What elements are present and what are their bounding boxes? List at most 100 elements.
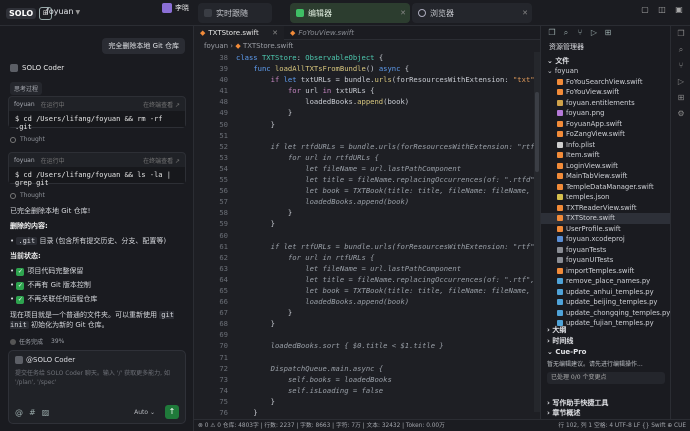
code-line[interactable]: 50 } bbox=[194, 119, 540, 130]
tree-item[interactable]: Item.swift bbox=[541, 150, 670, 161]
code-line[interactable]: 54 let fileName = url.lastPathComponent bbox=[194, 163, 540, 174]
cue-pro-status[interactable]: 已处理 0/0 个变更点 bbox=[547, 372, 665, 384]
close-icon[interactable]: ✕ bbox=[272, 29, 278, 37]
tree-item[interactable]: FoYouView.swift bbox=[541, 87, 670, 98]
code-line[interactable]: 62 for url in rtfURLs { bbox=[194, 252, 540, 263]
code-line[interactable]: 56 let book = TXTBook(title: title, file… bbox=[194, 185, 540, 196]
outline-section[interactable]: › 大纲 bbox=[547, 325, 566, 335]
code-line[interactable]: 41 for url in txtURLs { bbox=[194, 85, 540, 96]
code-line[interactable]: 52 if let rtfdURLs = bundle.urls(forReso… bbox=[194, 141, 540, 152]
code-line[interactable]: 75 } bbox=[194, 396, 540, 407]
extensions-icon[interactable]: ⊞ bbox=[601, 28, 615, 40]
files-icon[interactable]: ❐ bbox=[671, 26, 690, 42]
breadcrumb-root[interactable]: foyuan bbox=[204, 42, 228, 50]
tree-item[interactable]: LoginView.swift bbox=[541, 161, 670, 172]
send-button[interactable]: ↑ bbox=[165, 405, 179, 419]
tree-item[interactable]: foyuanTests bbox=[541, 245, 670, 256]
tab-editor[interactable]: 编辑器 ✕ bbox=[290, 3, 410, 23]
code-line[interactable]: 40 if let txtURLs = bundle.urls(forResou… bbox=[194, 74, 540, 85]
tree-item[interactable]: update_chongqing_temples.py bbox=[541, 308, 670, 319]
code-line[interactable]: 61 if let rtfURLs = bundle.urls(forResou… bbox=[194, 241, 540, 252]
tree-item[interactable]: foyuanUITests bbox=[541, 255, 670, 266]
close-icon[interactable]: ✕ bbox=[522, 9, 528, 17]
thought-item[interactable]: Thought bbox=[10, 192, 45, 199]
search-icon[interactable]: ⌕ bbox=[559, 28, 573, 40]
code-line[interactable]: 39 func loadAllTXTsFromBundle() async { bbox=[194, 63, 540, 74]
chapter-section[interactable]: › 章节概述 bbox=[547, 408, 580, 418]
cue-pro-section[interactable]: ⌄ Cue-Pro bbox=[547, 348, 586, 356]
code-line[interactable]: 60 bbox=[194, 230, 540, 241]
tree-item[interactable]: foyuan.png bbox=[541, 108, 670, 119]
debug-icon[interactable]: ▷ bbox=[587, 28, 601, 40]
code-line[interactable]: 76 } bbox=[194, 407, 540, 418]
timeline-section[interactable]: › 时间线 bbox=[547, 336, 573, 346]
code-line[interactable]: 64 let title = fileName.replacingOccurre… bbox=[194, 274, 540, 285]
code-line[interactable]: 48 loadedBooks.append(book) bbox=[194, 96, 540, 107]
git-icon[interactable]: ⑂ bbox=[671, 58, 690, 74]
panel-icon[interactable]: ▣ bbox=[672, 5, 686, 19]
tree-item[interactable]: FoyuanApp.swift bbox=[541, 119, 670, 130]
files-section[interactable]: ⌄ 文件 bbox=[547, 56, 569, 66]
extensions-icon[interactable]: ⊞ bbox=[671, 90, 690, 106]
code-lines[interactable]: 38 class TXTStore: ObservableObject {39 f… bbox=[194, 52, 540, 419]
tree-item[interactable]: foyuan.entitlements bbox=[541, 98, 670, 109]
tree-item[interactable]: temples.json bbox=[541, 192, 670, 203]
layout-icon[interactable]: ▢ bbox=[638, 5, 652, 19]
code-line[interactable]: 70 loadedBooks.sort { $0.title < $1.titl… bbox=[194, 340, 540, 351]
tree-item[interactable]: update_beijing_temples.py bbox=[541, 297, 670, 308]
breadcrumb-file[interactable]: TXTStore.swift bbox=[243, 42, 293, 50]
code-line[interactable]: 65 let book = TXTBook(title: title, file… bbox=[194, 285, 540, 296]
close-icon[interactable]: ✕ bbox=[400, 9, 406, 17]
status-right[interactable]: 行 102, 列 1 空格: 4 UTF-8 LF {} Swift ⊕ CUE bbox=[558, 420, 686, 431]
tree-item[interactable]: TXTReaderView.swift bbox=[541, 203, 670, 214]
tree-item[interactable]: importTemples.swift bbox=[541, 266, 670, 277]
open-terminal-link[interactable]: 在终端查看 ↗ bbox=[143, 100, 180, 109]
tree-item[interactable]: FoYouSearchView.swift bbox=[541, 77, 670, 88]
settings-icon[interactable]: ⚙ bbox=[671, 106, 690, 122]
tree-item[interactable]: foyuan.xcodeproj bbox=[541, 234, 670, 245]
hash-icon[interactable]: # bbox=[29, 408, 36, 417]
code-line[interactable]: 66 loadedBooks.append(book) bbox=[194, 296, 540, 307]
code-line[interactable]: 55 let title = fileName.replacingOccurre… bbox=[194, 174, 540, 185]
editor-tab-txtstore[interactable]: ◆ TXTStore.swift ✕ bbox=[194, 26, 284, 40]
code-line[interactable]: 71 bbox=[194, 352, 540, 363]
chat-input[interactable] bbox=[15, 369, 181, 395]
code-line[interactable]: 38 class TXTStore: ObservableObject { bbox=[194, 52, 540, 63]
run-icon[interactable]: ▷ bbox=[671, 74, 690, 90]
tree-item[interactable]: remove_place_names.py bbox=[541, 276, 670, 287]
code-line[interactable]: 67 } bbox=[194, 307, 540, 318]
code-line[interactable]: 59 } bbox=[194, 218, 540, 229]
code-line[interactable]: 69 bbox=[194, 329, 540, 340]
files-icon[interactable]: ❐ bbox=[545, 28, 559, 40]
split-icon[interactable]: ◫ bbox=[655, 5, 669, 19]
scrollbar-thumb[interactable] bbox=[535, 92, 539, 172]
open-terminal-link[interactable]: 在终端查看 ↗ bbox=[143, 156, 180, 165]
code-line[interactable]: 73 self.books = loadedBooks bbox=[194, 374, 540, 385]
project-selector[interactable]: foyuan ▼ bbox=[46, 7, 80, 16]
tree-item[interactable]: update_anhui_temples.py bbox=[541, 287, 670, 298]
code-line[interactable]: 68 } bbox=[194, 318, 540, 329]
editor-tab-foyouview[interactable]: ◆ FoYouView.swift bbox=[284, 26, 374, 40]
code-line[interactable]: 74 self.isLoading = false bbox=[194, 385, 540, 396]
tab-live-follow[interactable]: 实时跟随 bbox=[198, 3, 272, 23]
code-line[interactable]: 53 for url in rtfdURLs { bbox=[194, 152, 540, 163]
at-icon[interactable]: @ bbox=[15, 408, 23, 417]
code-line[interactable]: 58 } bbox=[194, 207, 540, 218]
mode-selector[interactable]: Auto ⌄ bbox=[134, 409, 155, 416]
code-line[interactable]: 63 let fileName = url.lastPathComponent bbox=[194, 263, 540, 274]
tree-root[interactable]: ⌄ foyuan bbox=[541, 66, 670, 77]
shortcut-section[interactable]: › 写作助手快捷工具 bbox=[547, 398, 608, 408]
tree-item[interactable]: Info.plist bbox=[541, 140, 670, 151]
tree-item[interactable]: UserProfile.swift bbox=[541, 224, 670, 235]
tree-item[interactable]: MainTabView.swift bbox=[541, 171, 670, 182]
code-line[interactable]: 51 bbox=[194, 130, 540, 141]
tab-browser[interactable]: 浏览器 ✕ bbox=[412, 3, 532, 23]
code-line[interactable]: 57 loadedBooks.append(book) bbox=[194, 196, 540, 207]
git-icon[interactable]: ⑂ bbox=[573, 28, 587, 40]
tree-item[interactable]: FoZangView.swift bbox=[541, 129, 670, 140]
user-badge[interactable]: 李晓 bbox=[162, 3, 189, 13]
thought-item[interactable]: Thought bbox=[10, 136, 45, 143]
tree-item[interactable]: TXTStore.swift bbox=[541, 213, 670, 224]
tree-item[interactable]: TempleDataManager.swift bbox=[541, 182, 670, 193]
thinking-toggle[interactable]: 思考过程 bbox=[10, 82, 43, 95]
